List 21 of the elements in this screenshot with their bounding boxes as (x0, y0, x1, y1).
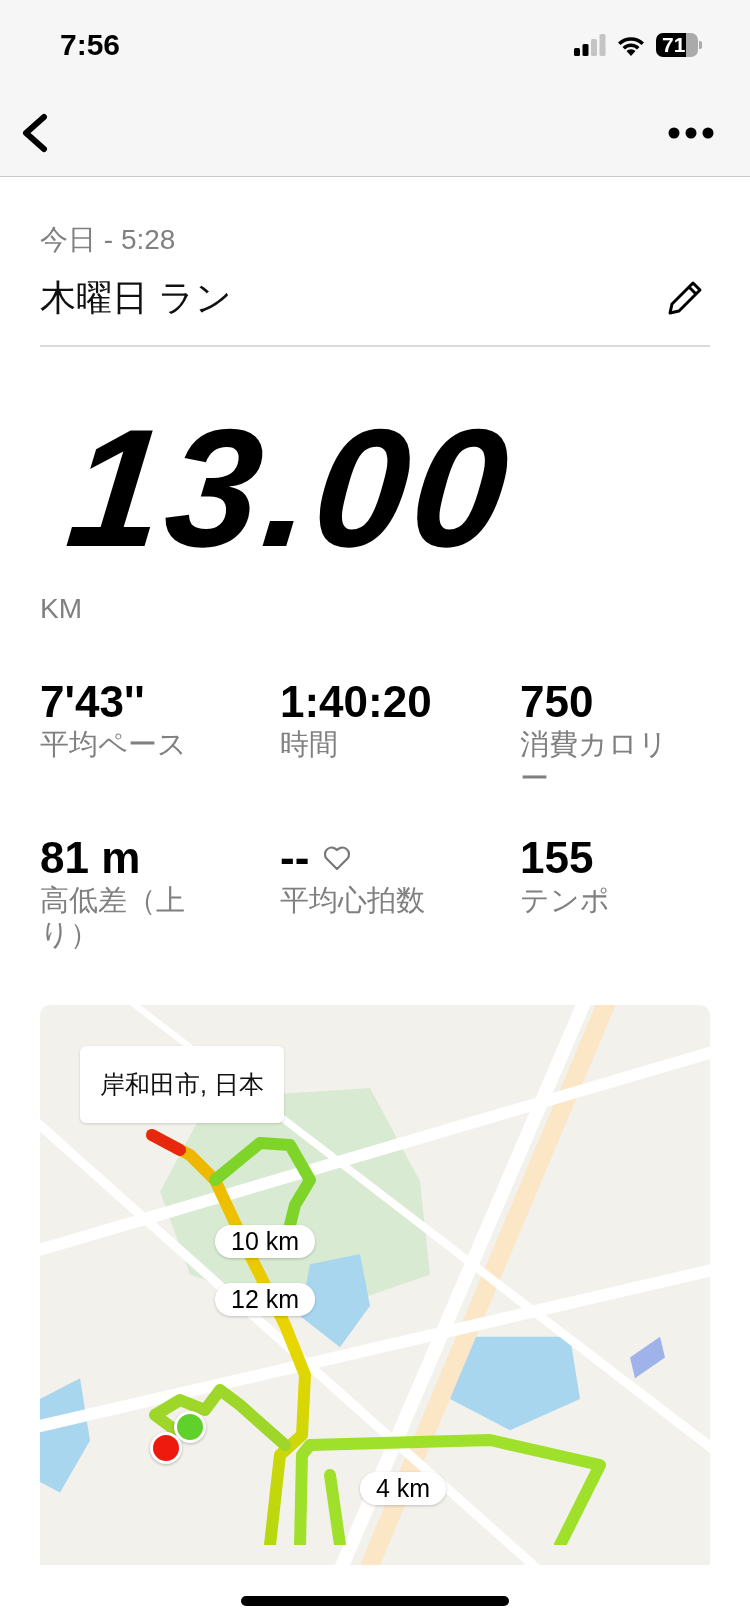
stat-value: 750 (520, 676, 594, 727)
stat-label: 消費カロリー (520, 726, 669, 795)
stat-value: 81 m (40, 832, 141, 883)
heart-icon (323, 844, 352, 871)
stat-label: テンポ (520, 882, 611, 917)
stat-label: 平均心拍数 (280, 882, 426, 917)
stat-value: 155 (520, 832, 594, 883)
stat-label: 高低差（上り） (40, 882, 186, 951)
stat-value: 7'43'' (40, 676, 145, 727)
activity-title: 木曜日 ラン (40, 275, 232, 320)
stat-value: -- (280, 832, 310, 883)
signal-icon (574, 34, 606, 56)
stat-label: 時間 (280, 726, 339, 761)
status-time: 7:56 (60, 28, 121, 62)
distance-unit: KM (40, 592, 83, 625)
stat-label: 平均ペース (40, 726, 188, 761)
activity-date: 今日 - 5:28 (40, 223, 177, 257)
wifi-icon (616, 34, 646, 56)
location-label: 岸和田市, 日本 (80, 1045, 284, 1123)
stat-value: 1:40:20 (280, 676, 432, 727)
distance-value: 13.00 (62, 412, 519, 563)
